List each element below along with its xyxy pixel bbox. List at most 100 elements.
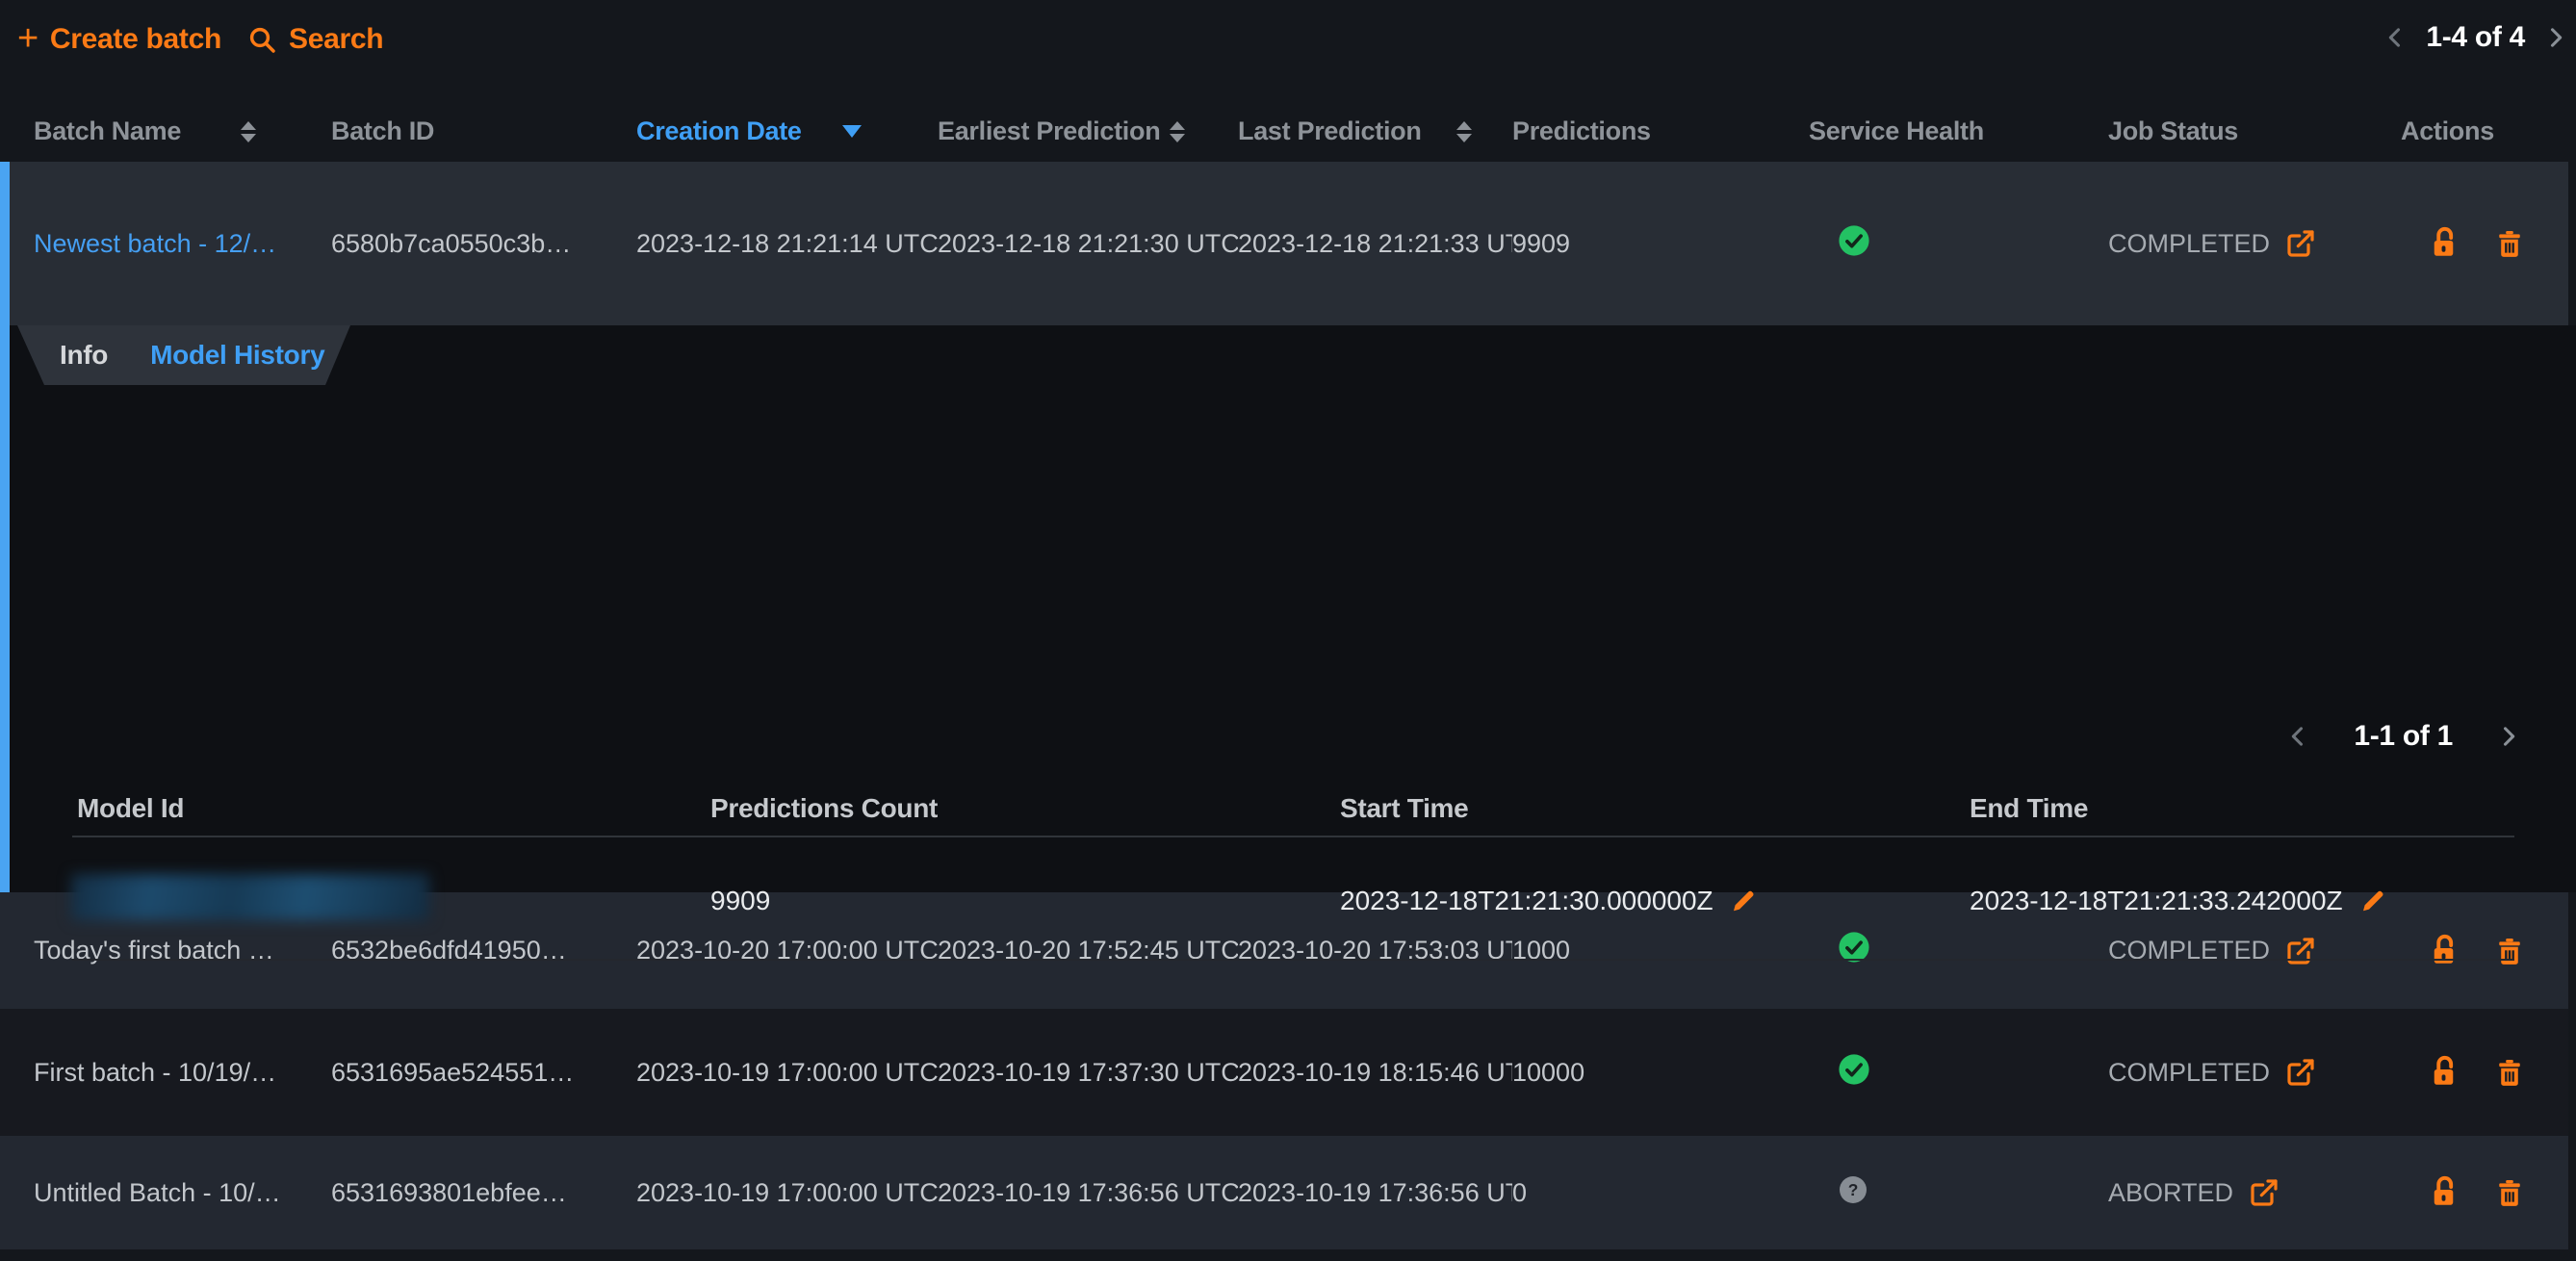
predictions-cell: 1000 <box>1512 936 1809 965</box>
end-time-cell: 2023-12-18T21:21:33.242000Z <box>1970 886 2387 916</box>
sort-icon <box>241 121 256 142</box>
create-batch-button[interactable]: + Create batch <box>17 23 221 56</box>
batch-name-cell[interactable]: Today's first batch … <box>34 936 331 965</box>
service-health-cell <box>1809 931 2108 970</box>
unlock-icon[interactable] <box>2428 1055 2462 1090</box>
tab-info[interactable]: Info <box>60 340 108 371</box>
predictions-count-header: Predictions Count <box>710 793 938 824</box>
delete-trash-icon[interactable] <box>2493 1056 2526 1089</box>
batch-name-cell[interactable]: Untitled Batch - 10/… <box>34 1178 331 1208</box>
creation-date-cell: 2023-12-18 21:21:14 UTC <box>636 229 938 259</box>
actions-cell <box>2401 1175 2568 1210</box>
table-row[interactable]: Newest batch - 12/… 6580b7ca0550c3b… 202… <box>0 162 2568 325</box>
start-time-value: 2023-12-18T21:21:30.000000Z <box>1340 886 1713 916</box>
earliest-prediction-cell: 2023-10-19 17:37:30 UTC <box>938 1058 1238 1088</box>
model-id-header: Model Id <box>77 793 184 824</box>
column-label: Batch Name <box>34 116 181 146</box>
column-label: Predictions <box>1512 116 1651 146</box>
actions-cell <box>2401 1055 2568 1090</box>
edit-end-time-pencil-icon[interactable] <box>2358 887 2387 915</box>
unlock-icon[interactable] <box>2428 1175 2462 1210</box>
model-id-link-redacted[interactable] <box>71 874 429 920</box>
svg-text:?: ? <box>1848 1180 1859 1199</box>
table-row[interactable]: First batch - 10/19/… 6531695ae524551… 2… <box>0 1009 2568 1136</box>
sort-icon <box>1170 121 1185 142</box>
unlock-icon[interactable] <box>2428 934 2462 968</box>
edit-start-time-pencil-icon[interactable] <box>1729 887 1758 915</box>
table-row[interactable]: Untitled Batch - 10/… 6531693801ebfee… 2… <box>0 1136 2568 1249</box>
column-header-creation-date[interactable]: Creation Date <box>636 116 938 146</box>
sort-icon <box>1456 121 1472 142</box>
column-label: Earliest Prediction <box>938 116 1160 146</box>
last-prediction-cell: 2023-10-19 18:15:46 UTC <box>1238 1058 1512 1088</box>
end-time-header: End Time <box>1970 793 2088 824</box>
column-header-service-health: Service Health <box>1809 116 2108 146</box>
healthy-check-icon <box>1838 1053 1870 1093</box>
batches-page: + Create batch Search 1-4 of 4 Batch Nam… <box>0 0 2576 1261</box>
next-page-button[interactable] <box>2495 723 2522 750</box>
unlock-icon[interactable] <box>2428 226 2462 261</box>
job-status-label: ABORTED <box>2108 1178 2233 1208</box>
open-job-external-link-icon[interactable] <box>2285 1057 2316 1088</box>
batches-pagination: 1-4 of 4 <box>2382 21 2569 54</box>
batch-id-cell: 6531695ae524551… <box>331 1058 636 1088</box>
end-time-value: 2023-12-18T21:21:33.242000Z <box>1970 886 2343 916</box>
redaction-blur <box>71 874 429 920</box>
earliest-prediction-cell: 2023-12-18 21:21:30 UTC <box>938 229 1238 259</box>
detail-tabs: Info Model History <box>17 325 350 385</box>
selected-row-indicator <box>0 162 10 892</box>
search-button[interactable]: Search <box>246 23 383 56</box>
delete-trash-icon[interactable] <box>2493 935 2526 967</box>
column-label: Last Prediction <box>1238 116 1422 146</box>
column-header-earliest-prediction[interactable]: Earliest Prediction <box>938 116 1238 146</box>
healthy-check-icon <box>1838 931 1870 970</box>
service-health-cell <box>1809 224 2108 264</box>
column-label: Batch ID <box>331 116 434 146</box>
models-pagination: 1-1 of 1 <box>2284 720 2522 753</box>
pagination-range: 1-4 of 4 <box>2426 21 2525 54</box>
search-label: Search <box>289 23 383 56</box>
batch-name-cell[interactable]: First batch - 10/19/… <box>34 1058 331 1088</box>
column-header-actions: Actions <box>2401 116 2568 146</box>
sort-desc-icon <box>842 125 862 138</box>
delete-trash-icon[interactable] <box>2493 1176 2526 1209</box>
batch-id-cell: 6532be6dfd41950… <box>331 936 636 965</box>
batch-name-link[interactable]: Newest batch - 12/… <box>34 229 276 258</box>
earliest-prediction-cell: 2023-10-19 17:36:56 UTC <box>938 1178 1238 1208</box>
predictions-cell: 0 <box>1512 1178 1809 1208</box>
toolbar: + Create batch Search <box>17 23 383 56</box>
healthy-check-icon <box>1838 224 1870 264</box>
last-prediction-cell: 2023-12-18 21:21:33 UTC <box>1238 229 1512 259</box>
predictions-cell: 10000 <box>1512 1058 1809 1088</box>
job-status-cell: COMPLETED <box>2108 936 2401 966</box>
column-label: Actions <box>2401 116 2494 146</box>
column-label: Service Health <box>1809 116 1984 146</box>
service-health-cell: ? <box>1809 1174 2108 1212</box>
tab-model-history[interactable]: Model History <box>150 340 324 371</box>
divider <box>72 959 2514 961</box>
open-job-external-link-icon[interactable] <box>2285 228 2316 259</box>
start-time-header: Start Time <box>1340 793 1468 824</box>
previous-page-button[interactable] <box>2284 723 2311 750</box>
divider <box>72 836 2514 837</box>
column-header-batch-name[interactable]: Batch Name <box>34 116 331 146</box>
creation-date-cell: 2023-10-19 17:00:00 UTC <box>636 1178 938 1208</box>
next-page-button[interactable] <box>2542 24 2569 51</box>
create-batch-label: Create batch <box>50 23 221 56</box>
last-prediction-cell: 2023-10-20 17:53:03 UTC <box>1238 936 1512 965</box>
column-header-last-prediction[interactable]: Last Prediction <box>1238 116 1512 146</box>
job-status-label: COMPLETED <box>2108 229 2270 259</box>
delete-trash-icon[interactable] <box>2493 227 2526 260</box>
batch-id-cell: 6531693801ebfee… <box>331 1178 636 1208</box>
last-prediction-cell: 2023-10-19 17:36:56 UTC <box>1238 1178 1512 1208</box>
column-label: Job Status <box>2108 116 2238 146</box>
table-header: Batch Name Batch ID Creation Date Earlie… <box>0 101 2568 162</box>
job-status-label: COMPLETED <box>2108 1058 2270 1088</box>
open-job-external-link-icon[interactable] <box>2285 936 2316 966</box>
column-header-job-status: Job Status <box>2108 116 2401 146</box>
column-header-batch-id: Batch ID <box>331 116 636 146</box>
open-job-external-link-icon[interactable] <box>2249 1177 2280 1208</box>
predictions-count-value: 9909 <box>710 886 770 916</box>
previous-page-button[interactable] <box>2382 24 2409 51</box>
column-label: Creation Date <box>636 116 802 146</box>
